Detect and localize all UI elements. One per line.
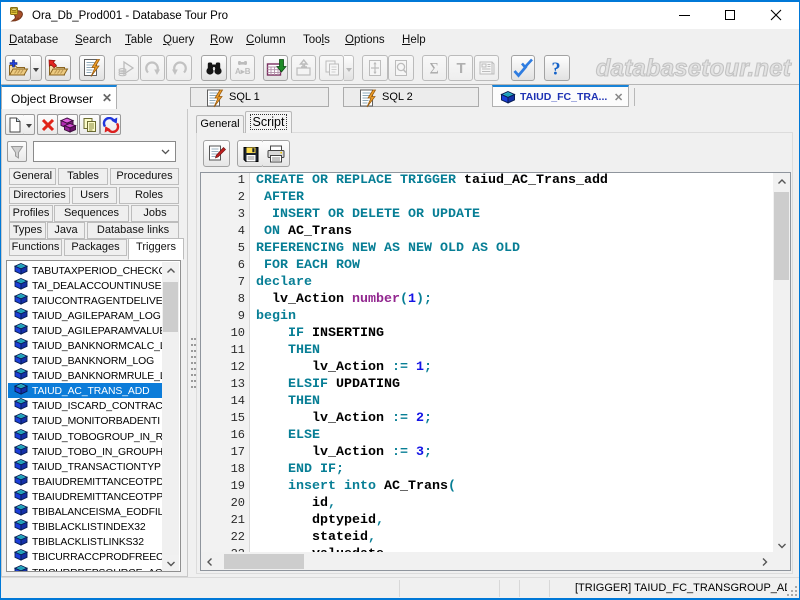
svg-text:A▸B: A▸B xyxy=(235,67,251,76)
svg-text:T: T xyxy=(456,60,465,77)
svg-text:Σ: Σ xyxy=(429,61,438,78)
svg-text:?: ? xyxy=(552,59,561,78)
